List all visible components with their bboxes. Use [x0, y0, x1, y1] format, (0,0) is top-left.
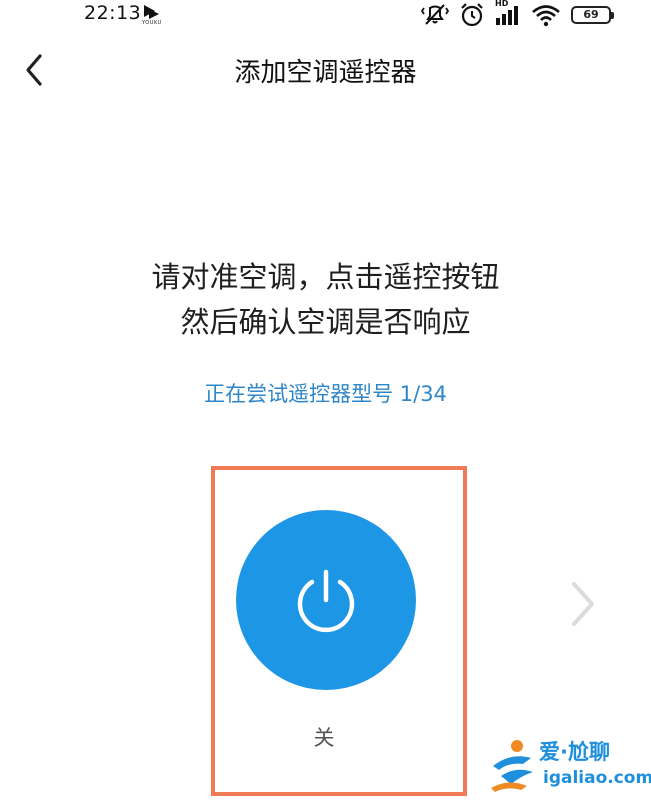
battery-level: 69	[583, 8, 599, 21]
status-icons: HD 69	[421, 0, 614, 28]
instruction-text: 请对准空调，点击遥控按钮 然后确认空调是否响应	[0, 255, 651, 345]
next-model-button[interactable]	[562, 576, 602, 632]
signal-icon: HD	[495, 0, 521, 27]
instruction-line-2: 然后确认空调是否响应	[180, 305, 471, 339]
nav-bar: 添加空调遥控器	[0, 40, 651, 100]
watermark: 爱·尬聊 igaliao.com	[487, 732, 651, 798]
battery-icon: 69	[571, 6, 614, 24]
page-title: 添加空调遥控器	[234, 58, 417, 88]
instruction-line-1: 请对准空调，点击遥控按钮	[151, 260, 500, 294]
power-button[interactable]	[236, 510, 416, 690]
status-bar: 22:13 YOUKU HD 69	[0, 0, 651, 32]
watermark-logo-icon	[487, 736, 543, 794]
model-progress-text: 正在尝试遥控器型号 1/34	[204, 382, 447, 406]
status-app-label: YOUKU	[142, 20, 162, 26]
watermark-url: igaliao.com	[543, 768, 651, 788]
alarm-icon	[459, 2, 485, 28]
power-button-label: 关	[313, 726, 335, 750]
network-type-label: HD	[495, 0, 509, 8]
power-icon	[297, 569, 355, 633]
mute-vibrate-icon	[421, 3, 449, 27]
chevron-right-icon	[572, 582, 594, 626]
wifi-icon	[531, 3, 561, 27]
status-time: 22:13	[84, 2, 142, 24]
watermark-name: 爱·尬聊	[539, 740, 610, 764]
